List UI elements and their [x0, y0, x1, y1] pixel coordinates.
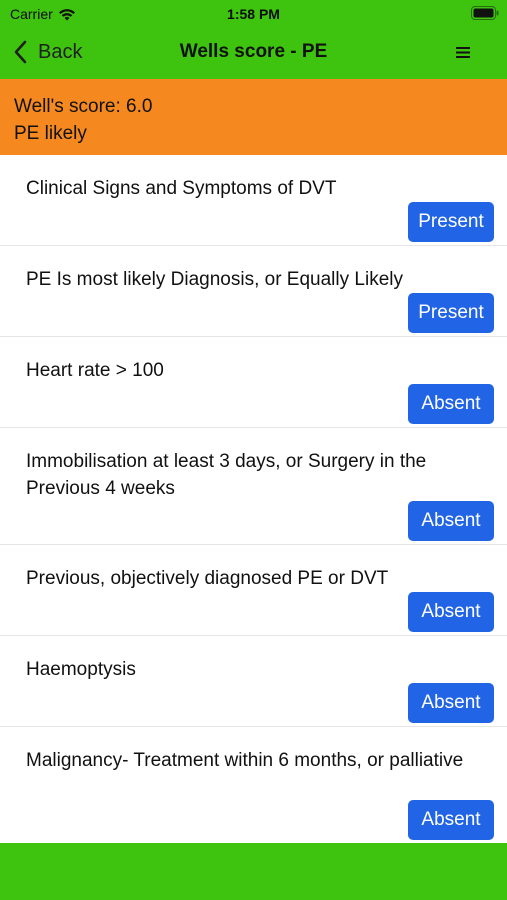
criterion-row: Heart rate > 100 Absent [0, 337, 507, 428]
criterion-label: Haemoptysis [26, 659, 136, 680]
criterion-row: Haemoptysis Absent [0, 636, 507, 727]
criterion-row: PE Is most likely Diagnosis, or Equally … [0, 246, 507, 337]
criterion-row: Immobilisation at least 3 days, or Surge… [0, 428, 507, 545]
score-banner: Well's score: 6.0 PE likely [0, 79, 507, 155]
score-text: Well's score: 6.0 [14, 96, 153, 117]
page-title: Wells score - PE [179, 41, 328, 62]
menu-icon[interactable] [456, 45, 470, 59]
criterion-label: Clinical Signs and Symptoms of DVT [26, 178, 337, 199]
result-text: PE likely [14, 123, 87, 144]
criteria-list: Clinical Signs and Symptoms of DVT Prese… [0, 155, 507, 843]
criterion-label: PE Is most likely Diagnosis, or Equally … [26, 269, 403, 290]
criterion-toggle-button[interactable]: Absent [408, 592, 494, 632]
criterion-label: Heart rate > 100 [26, 360, 164, 381]
criterion-toggle-button[interactable]: Present [408, 293, 494, 333]
criterion-toggle-button[interactable]: Absent [408, 683, 494, 723]
criterion-toggle-button[interactable]: Absent [408, 384, 494, 424]
criterion-toggle-button[interactable]: Present [408, 202, 494, 242]
bottom-bar [0, 843, 507, 900]
criterion-toggle-button[interactable]: Absent [408, 501, 494, 541]
top-bar: Carrier 1:58 PM Back Wells score - PE [0, 0, 507, 79]
navigation-bar: Back Wells score - PE [0, 28, 507, 79]
status-time: 1:58 PM [227, 6, 280, 22]
battery-icon [471, 6, 499, 20]
criterion-toggle-button[interactable]: Absent [408, 800, 494, 840]
criterion-row: Clinical Signs and Symptoms of DVT Prese… [0, 155, 507, 246]
criterion-label: Immobilisation at least 3 days, or Surge… [26, 451, 427, 499]
criterion-label: Malignancy- Treatment within 6 months, o… [26, 750, 464, 771]
criterion-row: Malignancy- Treatment within 6 months, o… [0, 727, 507, 843]
criterion-row: Previous, objectively diagnosed PE or DV… [0, 545, 507, 636]
criterion-label: Previous, objectively diagnosed PE or DV… [26, 568, 389, 589]
status-bar: Carrier 1:58 PM [0, 0, 507, 28]
